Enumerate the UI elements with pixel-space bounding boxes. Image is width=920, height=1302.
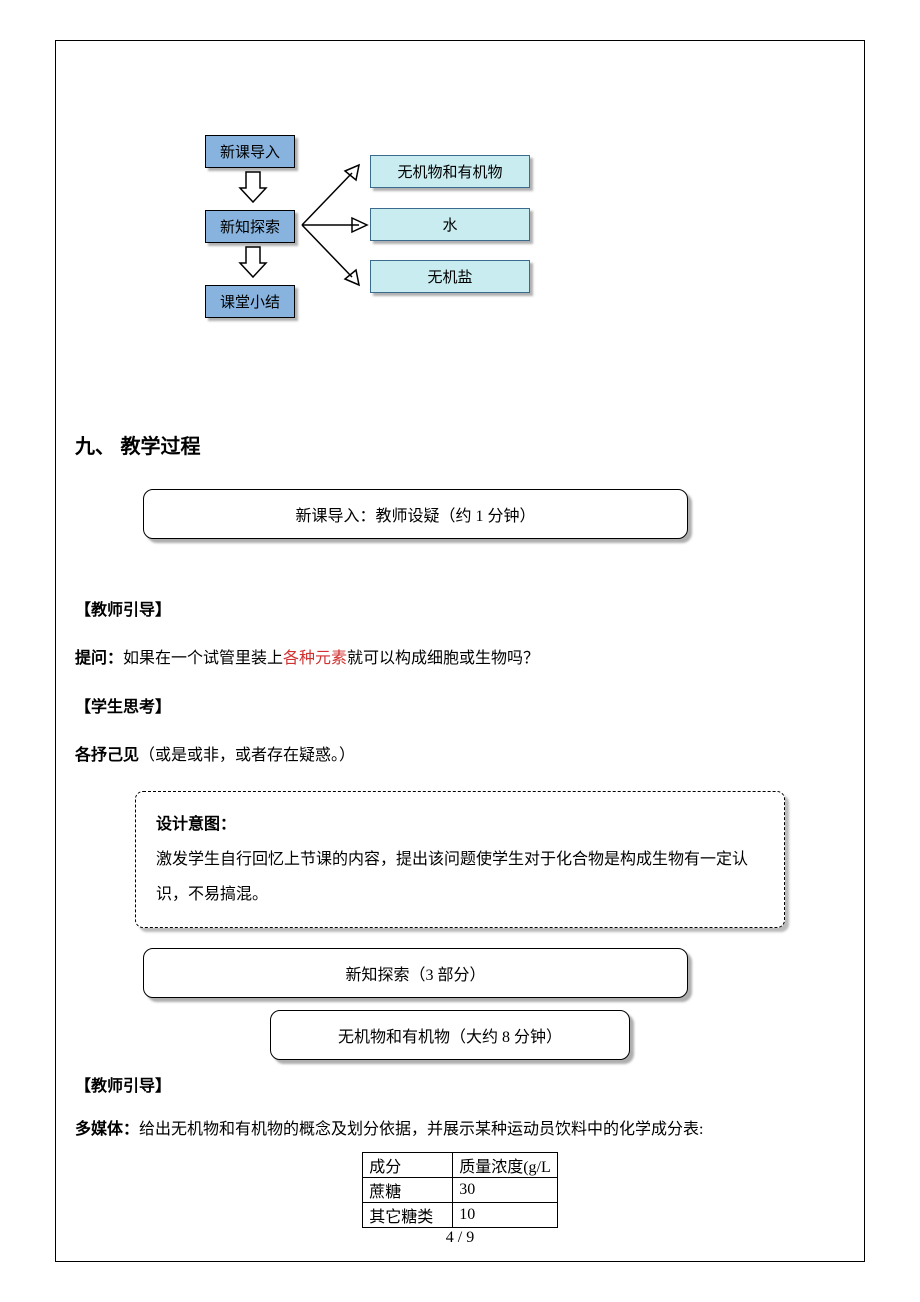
question-red: 各种元素 (283, 650, 347, 667)
multimedia-line: 多媒体：给出无机物和有机物的概念及划分依据，并展示某种运动员饮料中的化学成分表: (75, 1117, 845, 1143)
diagram-out-salt: 无机盐 (370, 260, 530, 293)
teacher-guide-label-2: 【教师引导】 (75, 1068, 845, 1106)
ingredient-table: 成分 质量浓度(g/L 蔗糖 30 其它糖类 10 (362, 1152, 558, 1228)
diagram-box-summary: 课堂小结 (205, 285, 295, 318)
question-line: 提问：如果在一个试管里装上各种元素就可以构成细胞或生物吗？ (75, 640, 845, 678)
diagram-out-inorganic: 无机物和有机物 (370, 155, 530, 188)
multimedia-label: 多媒体： (75, 1121, 139, 1138)
opinion-line: 各抒己见（或是或非，或者存在疑惑。） (75, 737, 845, 775)
section-title: 九、 教学过程 (75, 430, 845, 459)
table-row: 成分 质量浓度(g/L (363, 1153, 558, 1178)
table-header-cell: 成分 (363, 1153, 453, 1178)
flow-diagram: 新课导入 新知探索 课堂小结 无机物和有机物 (75, 100, 845, 350)
table-cell: 其它糖类 (363, 1203, 453, 1228)
table-cell: 蔗糖 (363, 1178, 453, 1203)
table-row: 蔗糖 30 (363, 1178, 558, 1203)
arrow-down-icon (238, 170, 268, 211)
page-number: 4 / 9 (0, 1229, 920, 1247)
page-content: 新课导入 新知探索 课堂小结 无机物和有机物 (0, 0, 920, 1278)
question-post: 就可以构成细胞或生物吗？ (347, 650, 539, 667)
question-label: 提问： (75, 650, 123, 667)
diagram-out-water: 水 (370, 208, 530, 241)
table-header-cell: 质量浓度(g/L (453, 1153, 558, 1178)
arrow-diag-icon (297, 155, 377, 300)
question-pre: 如果在一个试管里装上 (123, 650, 283, 667)
opinion-text: （或是或非，或者存在疑惑。） (139, 747, 355, 764)
table-cell: 30 (453, 1178, 558, 1203)
teacher-guide-label: 【教师引导】 (75, 592, 845, 630)
diagram-box-intro: 新课导入 (205, 135, 295, 168)
lead-in-box: 新课导入：教师设疑（约 1 分钟） (143, 489, 688, 539)
opinion-label: 各抒己见 (75, 747, 139, 764)
inorganic-box: 无机物和有机物（大约 8 分钟） (270, 1010, 630, 1060)
table-row: 其它糖类 10 (363, 1203, 558, 1228)
table-cell: 10 (453, 1203, 558, 1228)
student-think-label: 【学生思考】 (75, 689, 845, 727)
multimedia-text: 给出无机物和有机物的概念及划分依据，并展示某种运动员饮料中的化学成分表: (139, 1121, 703, 1138)
diagram-box-explore: 新知探索 (205, 210, 295, 243)
design-intent-box: 设计意图： 激发学生自行回忆上节课的内容，提出该问题使学生对于化合物是构成生物有… (135, 791, 785, 929)
explore-box: 新知探索（3 部分） (143, 948, 688, 998)
intent-body: 激发学生自行回忆上节课的内容，提出该问题使学生对于化合物是构成生物有一定认识，不… (156, 842, 764, 912)
arrow-down-icon (238, 245, 268, 286)
intent-title: 设计意图： (156, 807, 764, 842)
